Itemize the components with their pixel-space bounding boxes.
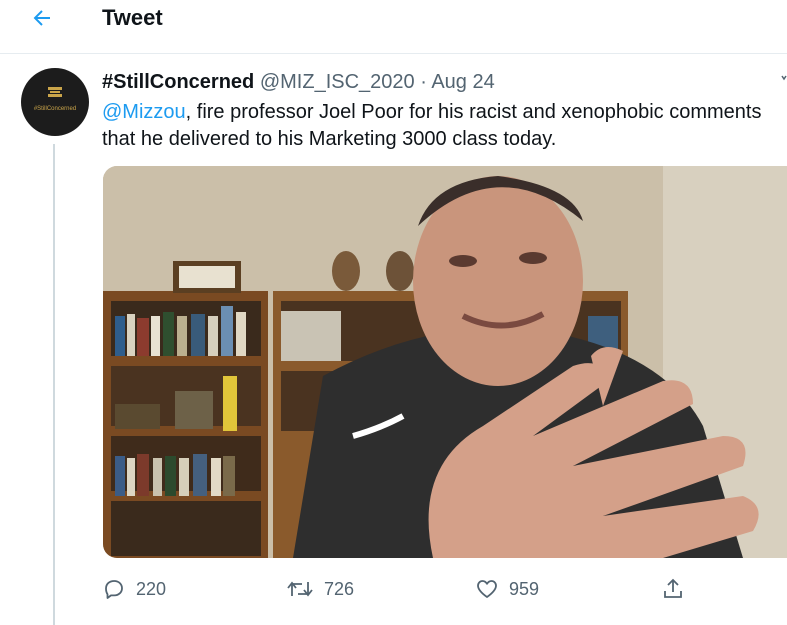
meta-separator: · xyxy=(420,71,427,93)
logo-icon xyxy=(48,87,62,97)
retweet-count: 726 xyxy=(324,578,355,599)
tweet-date[interactable]: Aug 24 xyxy=(431,71,494,93)
thread-line xyxy=(53,144,55,625)
reply-count: 220 xyxy=(136,578,167,599)
page-title: Tweet xyxy=(102,5,163,30)
chevron-down-icon[interactable] xyxy=(781,70,787,90)
tweet-text: @Mizzou, fire professor Joel Poor for hi… xyxy=(102,99,782,153)
handle[interactable]: @MIZ_ISC_2020 xyxy=(260,71,415,93)
page-header: Tweet xyxy=(0,0,787,54)
share-button[interactable] xyxy=(661,574,685,604)
like-count: 959 xyxy=(509,578,540,599)
retweet-icon xyxy=(287,581,313,597)
reply-icon xyxy=(105,580,123,599)
tweet-meta: #StillConcerned @MIZ_ISC_2020 · Aug 24 xyxy=(102,71,495,94)
back-button[interactable] xyxy=(28,4,56,32)
heart-icon xyxy=(477,580,497,598)
video-frame xyxy=(103,166,787,558)
tweet-actions: 220 726 959 xyxy=(102,574,702,604)
reply-button[interactable]: 220 xyxy=(102,574,166,604)
tweet-body: , fire professor Joel Poor for his racis… xyxy=(102,101,762,150)
display-name[interactable]: #StillConcerned xyxy=(102,71,254,93)
avatar-label: #StillConcerned xyxy=(33,106,77,112)
tweet-video[interactable] xyxy=(103,166,787,558)
like-button[interactable]: 959 xyxy=(475,574,539,604)
arrow-left-icon xyxy=(33,10,50,26)
mention-link[interactable]: @Mizzou xyxy=(102,101,186,123)
share-icon xyxy=(664,578,682,598)
avatar[interactable]: #StillConcerned xyxy=(21,68,89,136)
retweet-button[interactable]: 726 xyxy=(286,574,354,604)
